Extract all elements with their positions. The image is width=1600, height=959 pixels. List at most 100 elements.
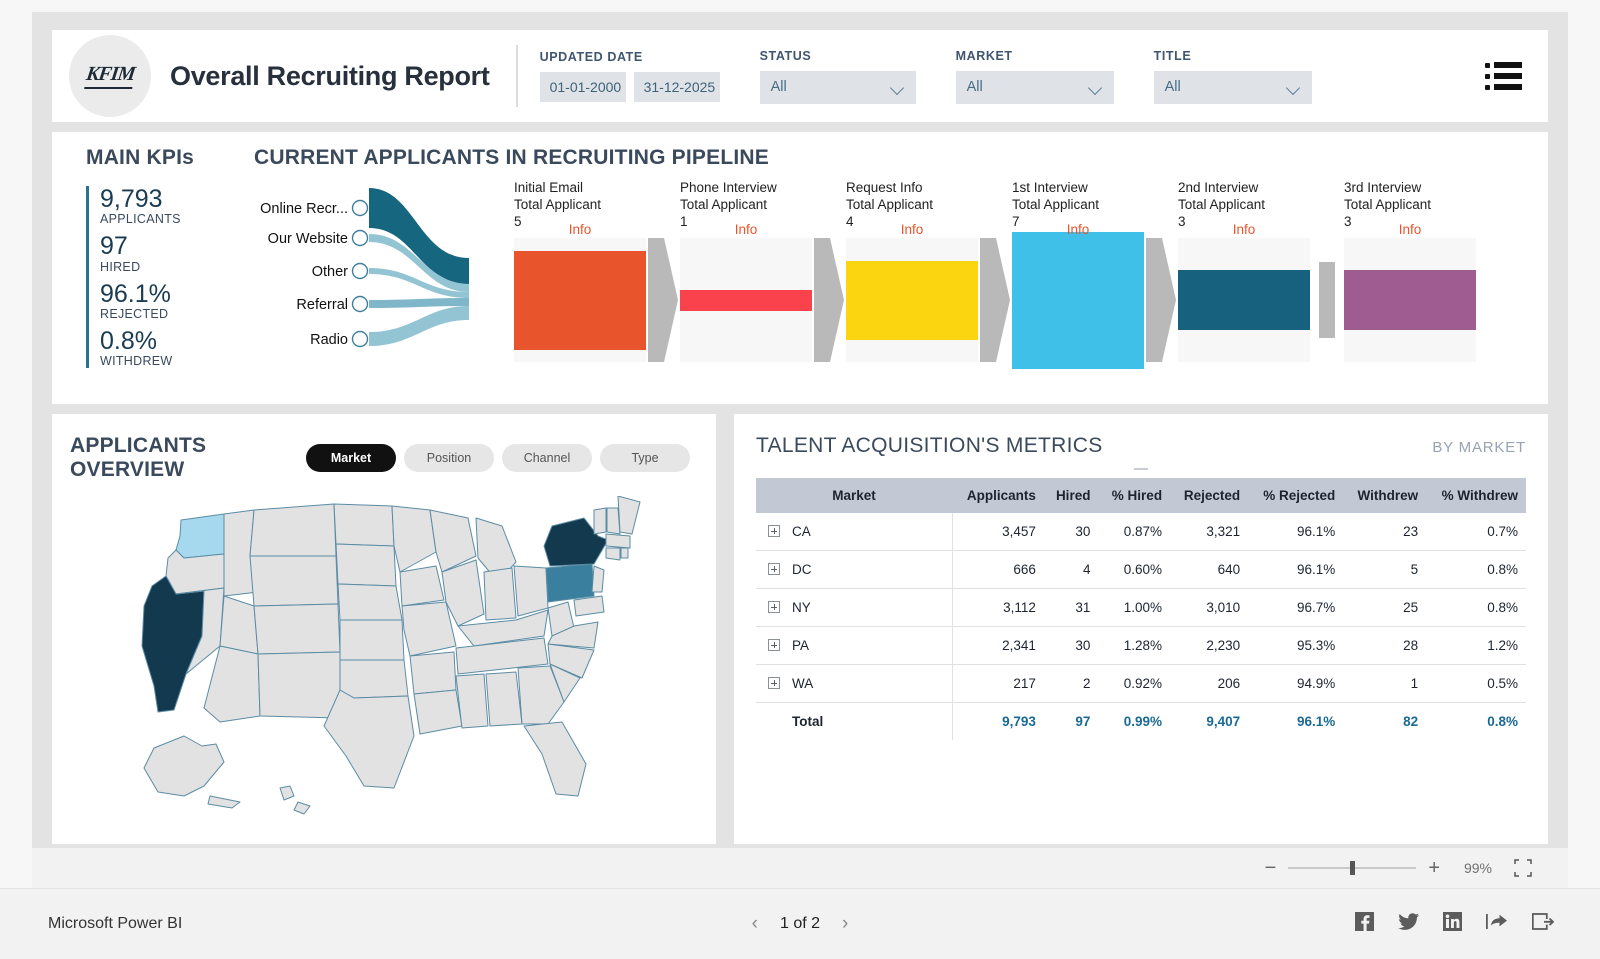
- next-page-button[interactable]: ›: [842, 913, 848, 935]
- zoom-slider-thumb[interactable]: [1350, 861, 1355, 875]
- expand-row-icon[interactable]: [768, 525, 780, 537]
- expand-row-icon[interactable]: [768, 677, 780, 689]
- state-me: [618, 496, 640, 534]
- date-to-input[interactable]: 31-12-2025: [634, 72, 720, 102]
- fit-to-screen-icon[interactable]: [1514, 859, 1532, 877]
- stage-info-link[interactable]: Info: [1012, 222, 1144, 237]
- market-filter: MARKET All: [956, 49, 1114, 104]
- expand-row-icon[interactable]: [768, 601, 780, 613]
- list-menu-icon[interactable]: [1485, 62, 1522, 90]
- row-value-cell: 95.3%: [1248, 627, 1343, 665]
- main-kpis: MAIN KPIs 9,793 APPLICANTS 97 HIRED 96.1…: [72, 146, 242, 404]
- expand-row-icon[interactable]: [768, 639, 780, 651]
- row-value-cell: 2,341: [952, 627, 1044, 665]
- stage-info-link[interactable]: Info: [514, 222, 646, 237]
- stage-info-link[interactable]: Info: [680, 222, 812, 237]
- prev-page-button[interactable]: ‹: [752, 913, 758, 935]
- col-pct-hired[interactable]: % Hired: [1098, 478, 1170, 513]
- stage-phone-interview[interactable]: Phone Interview Total Applicant 1 Info: [680, 180, 812, 362]
- tab-market[interactable]: Market: [306, 444, 396, 472]
- row-value-cell: 0.8%: [1426, 551, 1526, 589]
- logo-circle: KFIM: [69, 35, 151, 117]
- kpi-applicants: 9,793 APPLICANTS: [100, 186, 242, 226]
- metrics-title: TALENT ACQUISITION'S METRICS: [756, 434, 1103, 458]
- state-mt: [250, 504, 336, 556]
- state-vt: [594, 508, 606, 534]
- state-ri: [621, 548, 628, 558]
- stage-3rd-interview[interactable]: 3rd Interview Total Applicant 3 Info: [1344, 180, 1476, 362]
- zoom-in-button[interactable]: +: [1428, 858, 1440, 878]
- row-value-cell: 666: [952, 551, 1044, 589]
- row-value-cell: 2,230: [1170, 627, 1248, 665]
- row-market-cell: NY: [756, 589, 952, 627]
- stage-info-link[interactable]: Info: [1178, 222, 1310, 237]
- title-dropdown[interactable]: All: [1154, 71, 1312, 104]
- row-value-cell: 0.5%: [1426, 665, 1526, 703]
- metrics-by-label: BY MARKET: [1432, 439, 1526, 456]
- usa-map-svg: [124, 496, 644, 826]
- state-md: [574, 596, 604, 616]
- col-withdrew[interactable]: Withdrew: [1343, 478, 1426, 513]
- state-ks: [340, 620, 404, 660]
- export-icon[interactable]: [1532, 912, 1554, 936]
- talent-acquisition-metrics-panel: TALENT ACQUISITION'S METRICS BY MARKET M…: [734, 414, 1548, 844]
- expand-row-icon[interactable]: [768, 563, 780, 575]
- kpi-withdrew-value: 0.8%: [100, 328, 242, 354]
- zoom-percent: 99%: [1452, 860, 1492, 876]
- col-pct-rejected[interactable]: % Rejected: [1248, 478, 1343, 513]
- row-value-cell: 96.7%: [1248, 589, 1343, 627]
- stage-request-info[interactable]: Request Info Total Applicant 4 Info: [846, 180, 978, 362]
- row-market-cell: WA: [756, 665, 952, 703]
- stage-bar: [1178, 270, 1310, 330]
- stage-bar: [1012, 232, 1144, 369]
- state-wy: [250, 556, 338, 606]
- chevron-down-icon: [1090, 83, 1103, 91]
- zoom-bar: − + 99%: [32, 848, 1568, 888]
- state-sd: [336, 544, 396, 586]
- col-applicants[interactable]: Applicants: [952, 478, 1044, 513]
- stage-info-link[interactable]: Info: [846, 222, 978, 237]
- table-row[interactable]: CA3,457300.87%3,32196.1%230.7%: [756, 513, 1526, 551]
- power-bi-report-viewer: KFIM Overall Recruiting Report UPDATED D…: [0, 0, 1600, 959]
- total-value-cell: 82: [1343, 703, 1426, 741]
- main-kpis-title: MAIN KPIs: [86, 146, 242, 170]
- state-ak-isles: [208, 796, 240, 808]
- table-row[interactable]: PA2,341301.28%2,23095.3%281.2%: [756, 627, 1526, 665]
- updated-date-filter: UPDATED DATE 01-01-2000 31-12-2025: [540, 50, 720, 102]
- market-dropdown[interactable]: All: [956, 71, 1114, 104]
- stage-info-link[interactable]: Info: [1344, 222, 1476, 237]
- stage-name: Initial Email: [514, 180, 646, 197]
- row-value-cell: 0.8%: [1426, 589, 1526, 627]
- table-row[interactable]: WA21720.92%20694.9%10.5%: [756, 665, 1526, 703]
- channel-sankey-chart: Online Recr... Our Website Other Referra…: [254, 180, 514, 360]
- col-market[interactable]: Market: [756, 478, 952, 513]
- stage-2nd-interview[interactable]: 2nd Interview Total Applicant 3 Info: [1178, 180, 1310, 362]
- stage-initial-email[interactable]: Initial Email Total Applicant 5 Info: [514, 180, 646, 362]
- status-dropdown[interactable]: All: [760, 71, 916, 104]
- row-value-cell: 94.9%: [1248, 665, 1343, 703]
- row-value-cell: 217: [952, 665, 1044, 703]
- col-hired[interactable]: Hired: [1044, 478, 1099, 513]
- date-from-input[interactable]: 01-01-2000: [540, 72, 626, 102]
- state-ms: [456, 674, 488, 728]
- tab-type[interactable]: Type: [600, 444, 690, 472]
- tab-channel[interactable]: Channel: [502, 444, 592, 472]
- table-row[interactable]: NY3,112311.00%3,01096.7%250.8%: [756, 589, 1526, 627]
- twitter-icon[interactable]: [1398, 913, 1419, 936]
- linkedin-icon[interactable]: [1443, 912, 1462, 936]
- row-value-cell: 5: [1343, 551, 1426, 589]
- funnel-arrow-icon: [978, 238, 1012, 362]
- tab-position[interactable]: Position: [404, 444, 494, 472]
- table-row[interactable]: DC66640.60%64096.1%50.8%: [756, 551, 1526, 589]
- stage-sub: Total Applicant: [680, 197, 812, 214]
- usa-choropleth-map[interactable]: [70, 496, 698, 826]
- zoom-slider[interactable]: [1288, 867, 1416, 869]
- state-az: [204, 646, 260, 722]
- col-rejected[interactable]: Rejected: [1170, 478, 1248, 513]
- title-filter: TITLE All: [1154, 49, 1312, 104]
- zoom-out-button[interactable]: −: [1265, 858, 1277, 878]
- facebook-icon[interactable]: [1355, 912, 1374, 936]
- col-pct-withdrew[interactable]: % Withdrew: [1426, 478, 1526, 513]
- stage-1st-interview[interactable]: 1st Interview Total Applicant 7 Info: [1012, 180, 1144, 362]
- share-icon[interactable]: [1486, 912, 1508, 936]
